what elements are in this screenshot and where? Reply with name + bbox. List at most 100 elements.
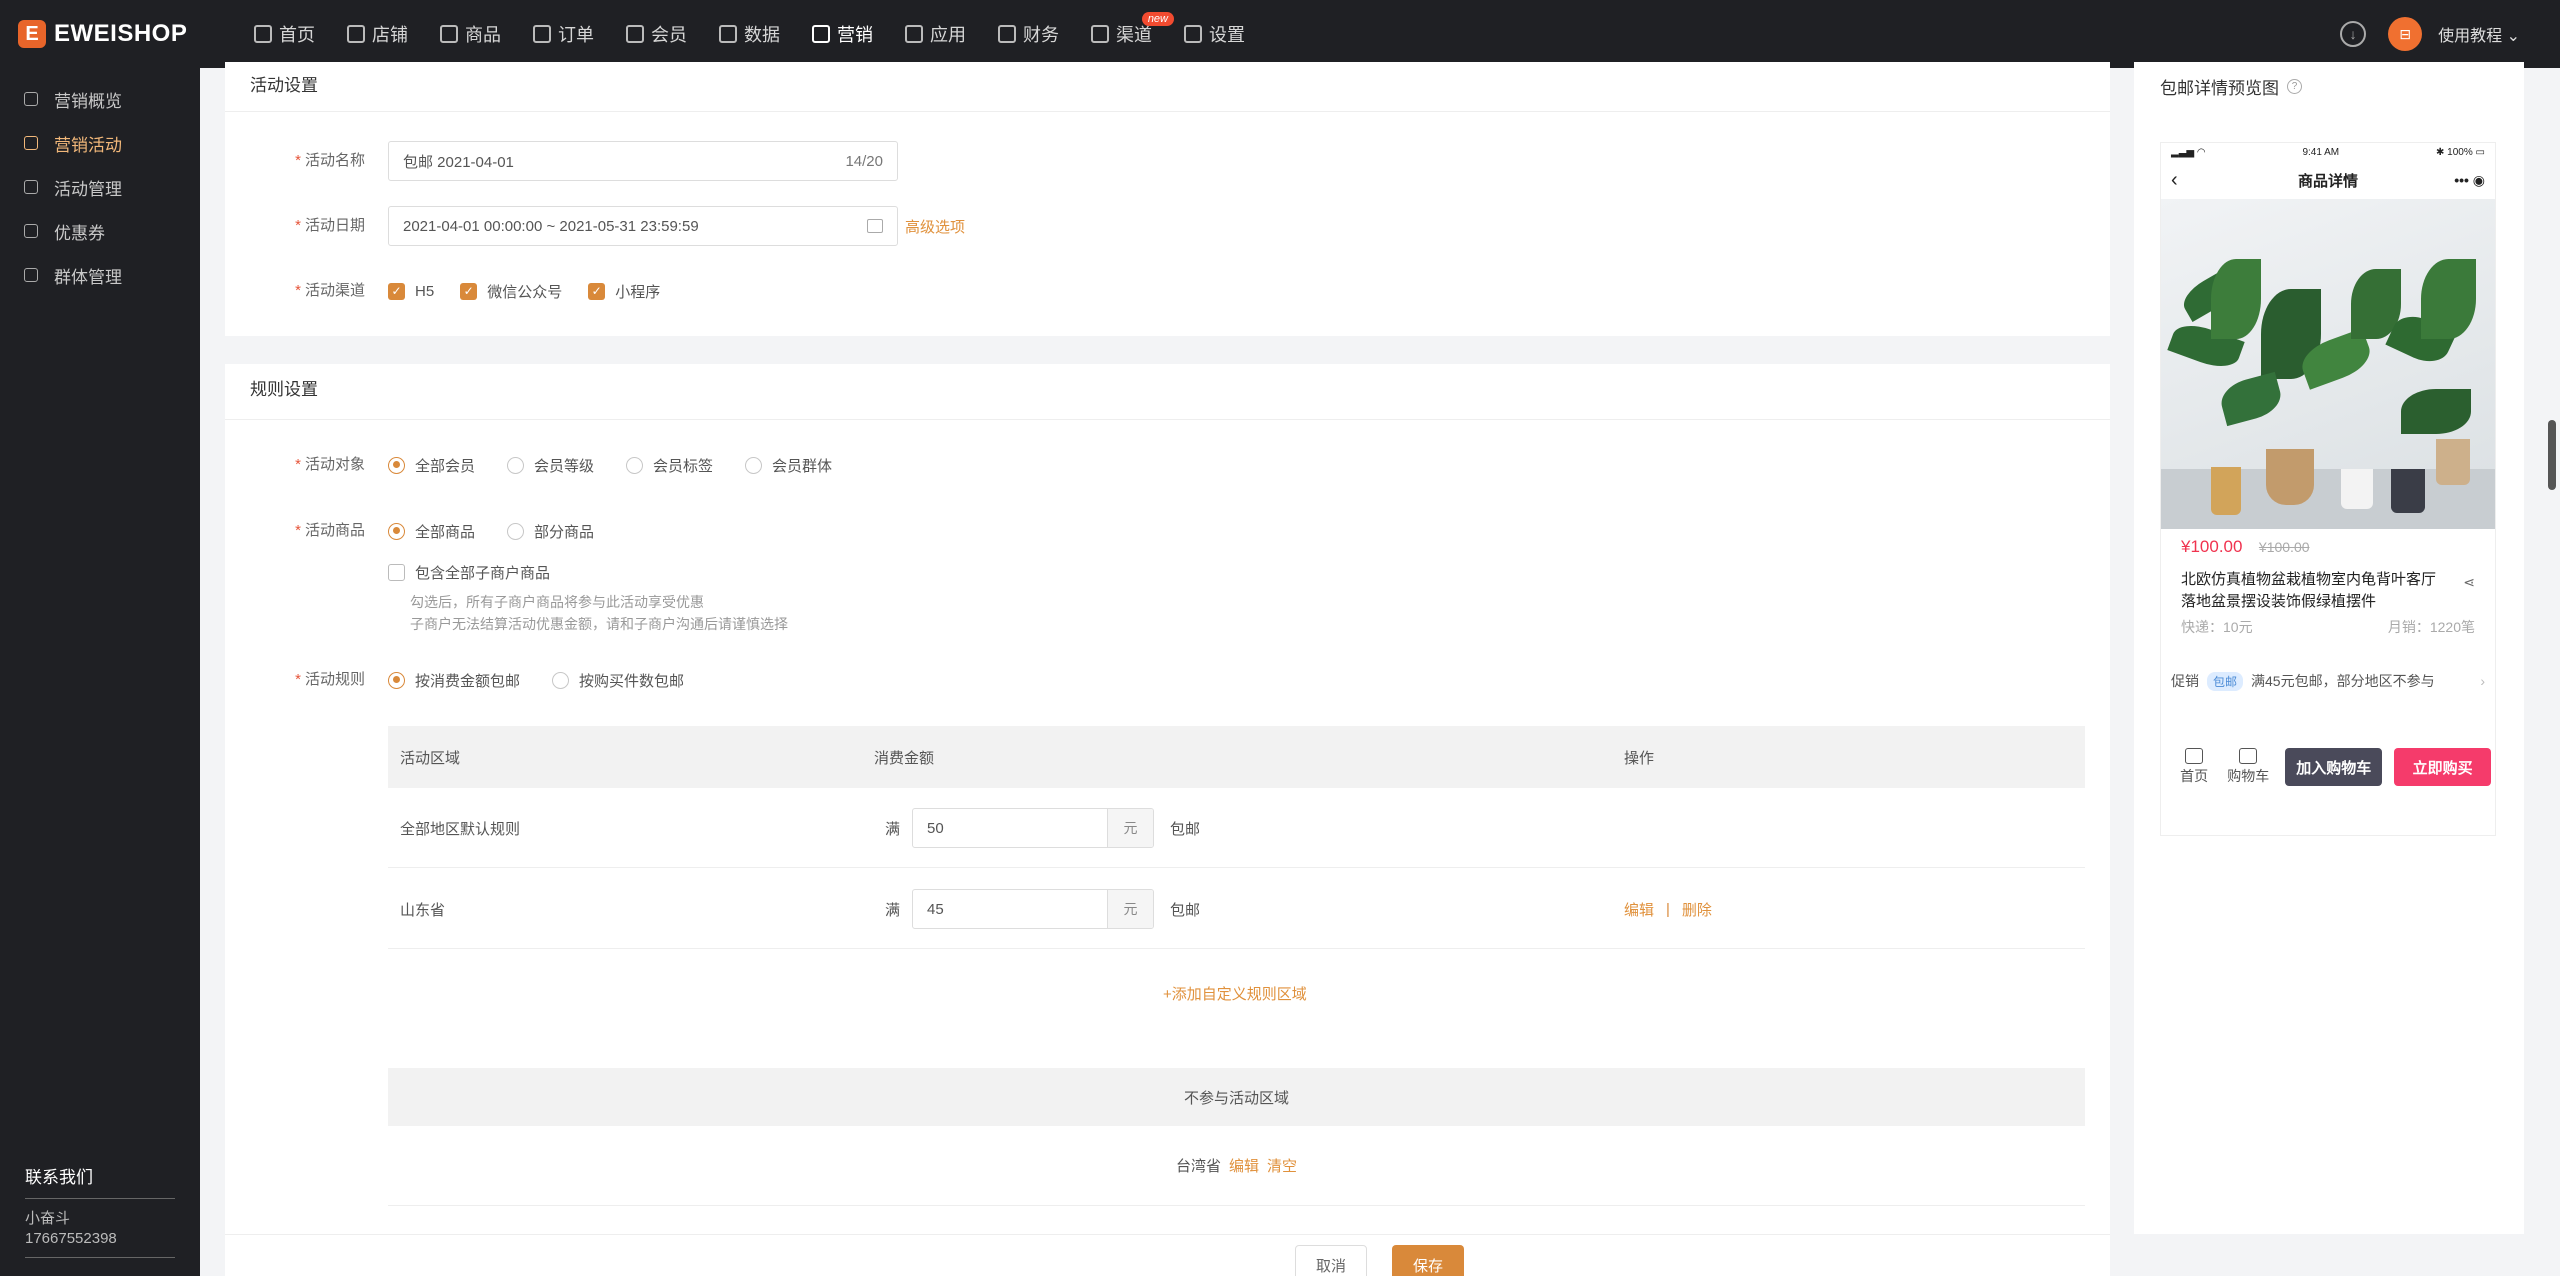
rules-settings-title: 规则设置 — [225, 364, 2110, 420]
info-icon[interactable]: ? — [2287, 79, 2302, 94]
order-icon — [533, 25, 551, 43]
sidebar-item-coupons[interactable]: 优惠券 — [0, 209, 200, 253]
download-icon[interactable]: ↓ — [2340, 21, 2367, 47]
region-name: 全部地区默认规则 — [400, 820, 521, 838]
phone-header: ‹ 商品详情 ••• ◉ — [2161, 161, 2495, 199]
goods-label: * 活动商品 — [295, 522, 365, 539]
tab-cart[interactable]: 购物车 — [2221, 748, 2275, 786]
nav-marketing[interactable]: 营销 — [796, 0, 889, 68]
more-icon[interactable]: ••• ◉ — [2454, 172, 2485, 189]
rule-by-amount-radio[interactable]: 按消费金额包邮 — [388, 670, 520, 691]
excluded-clear-link[interactable]: 清空 — [1267, 1155, 1297, 1176]
date-range-value: 2021-04-01 00:00:00 ~ 2021-05-31 23:59:5… — [403, 217, 699, 235]
nav-order[interactable]: 订单 — [517, 0, 610, 68]
target-all-radio[interactable]: 全部会员 — [388, 455, 475, 476]
target-group-radio[interactable]: 会员群体 — [745, 455, 832, 476]
include-sub-merchant-checkbox[interactable]: 包含全部子商户商品 — [388, 562, 550, 583]
channel-label: * 活动渠道 — [295, 282, 365, 299]
promo-row: 促销 包邮 满45元包邮，部分地区不参与 › — [2161, 671, 2495, 691]
help-dropdown[interactable]: 使用教程 ⌄ — [2438, 22, 2520, 46]
sidebar-item-overview[interactable]: 营销概览 — [0, 77, 200, 121]
channel-miniapp-checkbox[interactable]: ✓ 小程序 — [588, 281, 660, 302]
share-icon[interactable]: ⋖ — [2463, 571, 2475, 593]
nav-goods[interactable]: 商品 — [424, 0, 517, 68]
rules-table-header: 活动区域 消费金额 操作 — [388, 726, 2085, 788]
target-label: * 活动对象 — [295, 456, 365, 473]
date-range-picker[interactable]: 2021-04-01 00:00:00 ~ 2021-05-31 23:59:5… — [388, 206, 898, 246]
battery-indicator: ✱ 100% ▭ — [2436, 146, 2485, 158]
goods-partial-radio[interactable]: 部分商品 — [507, 521, 594, 542]
amount-input[interactable]: 45 元 — [912, 889, 1154, 929]
product-old-price: ¥100.00 — [2258, 539, 2310, 555]
app-icon — [905, 25, 923, 43]
rule-row: * 活动规则 按消费金额包邮 按购买件数包邮 — [225, 660, 1225, 700]
goods-all-radio[interactable]: 全部商品 — [388, 521, 475, 542]
main-nav: 首页 店铺 商品 订单 会员 数据 营销 应用 财务 渠道 new 设置 — [238, 0, 1261, 68]
save-button[interactable]: 保存 — [1392, 1245, 1464, 1276]
finance-icon — [998, 25, 1016, 43]
name-row: * 活动名称 包邮 2021-04-01 14/20 — [225, 141, 1225, 181]
check-icon: ✓ — [588, 282, 606, 300]
nav-settings[interactable]: 设置 — [1168, 0, 1261, 68]
nav-member[interactable]: 会员 — [610, 0, 703, 68]
nav-channel[interactable]: 渠道 new — [1075, 0, 1174, 68]
sidebar: 营销概览 营销活动 活动管理 优惠券 群体管理 联系我们 小奋斗 1766755… — [0, 68, 200, 1276]
phone-preview: ▂▃▅ ◠ 9:41 AM ✱ 100% ▭ ‹ 商品详情 ••• ◉ ¥100… — [2160, 142, 2496, 836]
buy-now-button[interactable]: 立即购买 — [2394, 748, 2491, 786]
top-right-actions: ↓ ⊟ 使用教程 ⌄ — [2340, 0, 2520, 68]
product-price: ¥100.00 — [2181, 537, 2243, 556]
tab-home[interactable]: 首页 — [2167, 748, 2221, 786]
cancel-button[interactable]: 取消 — [1295, 1245, 1367, 1276]
phone-header-title: 商品详情 — [2297, 172, 2358, 190]
channel-row: * 活动渠道 ✓ H5 ✓ 微信公众号 ✓ 小程序 — [225, 271, 1225, 311]
excluded-region-name: 台湾省 — [1175, 1158, 1221, 1175]
advanced-options-link[interactable]: 高级选项 — [905, 216, 965, 237]
activity-settings-panel: 活动设置 * 活动名称 包邮 2021-04-01 14/20 * 活动日期 202… — [225, 62, 2110, 336]
excluded-edit-link[interactable]: 编辑 — [1229, 1155, 1259, 1176]
sidebar-item-activities[interactable]: 营销活动 — [0, 121, 200, 165]
manage-icon — [24, 180, 38, 194]
logo-text: EWEISHOP — [54, 20, 188, 47]
tag-icon — [812, 25, 830, 43]
scrollbar[interactable] — [2548, 420, 2556, 490]
coupon-icon — [24, 224, 38, 238]
target-level-radio[interactable]: 会员等级 — [507, 455, 594, 476]
nav-home[interactable]: 首页 — [238, 0, 331, 68]
sidebar-item-manage[interactable]: 活动管理 — [0, 165, 200, 209]
avatar[interactable]: ⊟ — [2388, 17, 2423, 51]
table-row: 全部地区默认规则 满 50 元 包邮 — [388, 788, 2085, 868]
target-tag-radio[interactable]: 会员标签 — [626, 455, 713, 476]
contact-phone: 17667552398 — [25, 1230, 175, 1258]
add-region-link[interactable]: +添加自定义规则区域 — [1163, 983, 1307, 1004]
activity-settings-title: 活动设置 — [225, 62, 2110, 112]
monthly-sales: 月销：1220笔 — [2387, 619, 2475, 635]
promo-text: 满45元包邮，部分地区不参与 — [2251, 673, 2435, 689]
promo-tag: 包邮 — [2207, 671, 2244, 691]
member-icon — [626, 25, 644, 43]
product-image — [2161, 199, 2495, 529]
nav-finance[interactable]: 财务 — [982, 0, 1075, 68]
activity-name-input[interactable]: 包邮 2021-04-01 14/20 — [388, 141, 898, 181]
back-icon[interactable]: ‹ — [2171, 169, 2178, 192]
add-to-cart-button[interactable]: 加入购物车 — [2285, 748, 2383, 786]
sidebar-item-groups[interactable]: 群体管理 — [0, 253, 200, 297]
rule-label: * 活动规则 — [295, 671, 365, 688]
preview-title: 包邮详情预览图 ? — [2160, 74, 2302, 99]
nav-data[interactable]: 数据 — [703, 0, 796, 68]
channel-h5-checkbox[interactable]: ✓ H5 — [388, 282, 434, 300]
col-amount: 消费金额 — [874, 749, 935, 767]
rule-by-count-radio[interactable]: 按购买件数包邮 — [552, 670, 684, 691]
nav-shop[interactable]: 店铺 — [331, 0, 424, 68]
logo[interactable]: E EWEISHOP — [18, 20, 238, 48]
amount-input[interactable]: 50 元 — [912, 808, 1154, 848]
amount-suffix: 包邮 — [1170, 820, 1201, 838]
delete-link[interactable]: 删除 — [1682, 899, 1712, 920]
nav-app[interactable]: 应用 — [889, 0, 982, 68]
promo-label: 促销 — [2171, 673, 2199, 689]
tag-icon — [24, 136, 38, 150]
table-row: 山东省 满 45 元 包邮 编辑 | 删除 — [388, 869, 2085, 949]
edit-link[interactable]: 编辑 — [1624, 899, 1654, 920]
channel-wechat-checkbox[interactable]: ✓ 微信公众号 — [460, 281, 562, 302]
activity-name-value: 包邮 2021-04-01 — [403, 153, 514, 171]
product-meta: 快递：10元 月销：1220笔 — [2181, 617, 2475, 637]
